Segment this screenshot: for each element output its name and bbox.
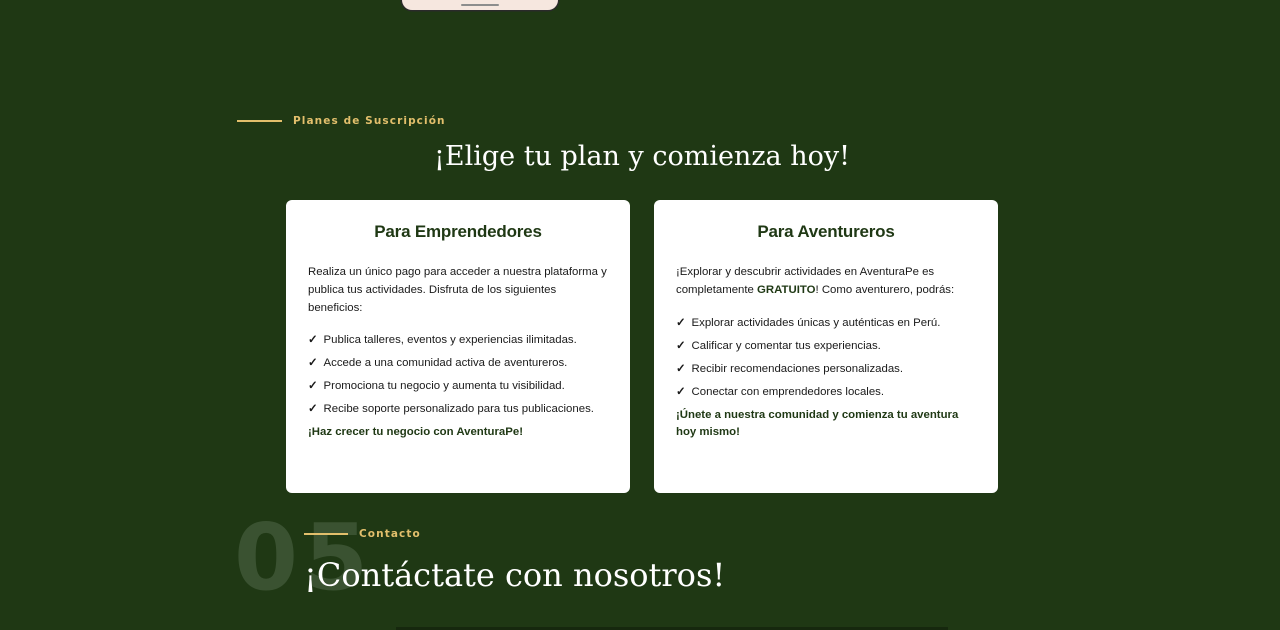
plan-card-title: Para Emprendedores <box>374 222 542 241</box>
benefit-text: Calificar y comentar tus experiencias. <box>691 340 881 352</box>
plan-card-entrepreneurs: Para Emprendedores Realiza un único pago… <box>286 200 630 493</box>
benefit-item: ✓ Explorar actividades únicas y auténtica… <box>676 315 976 332</box>
benefit-item: ✓ Recibe soporte personalizado para tus p… <box>308 401 608 418</box>
check-icon: ✓ <box>308 334 318 346</box>
plan-card-intro: Realiza un único pago para acceder a nue… <box>308 266 607 314</box>
benefit-item: ✓ Calificar y comentar tus experiencias. <box>676 338 976 355</box>
check-icon: ✓ <box>676 317 686 329</box>
benefit-item: ✓ Recibir recomendaciones personalizadas. <box>676 361 976 378</box>
eyebrow-line <box>237 120 282 122</box>
plan-card-adventurers: Para Aventureros ¡Explorar y descubrir a… <box>654 200 998 493</box>
phone-home-indicator <box>461 4 499 6</box>
plan-card-intro: ¡Explorar y descubrir actividades en Ave… <box>676 263 976 299</box>
benefit-text: Conectar con emprendedores locales. <box>691 386 885 398</box>
benefit-text: Accede a una comunidad activa de aventur… <box>323 357 568 369</box>
eyebrow-line <box>304 533 348 535</box>
intro-text-end: ! Como aventurero, podrás: <box>815 284 955 296</box>
check-icon: ✓ <box>676 363 686 375</box>
benefit-text: Publica talleres, eventos y experiencias… <box>323 334 577 346</box>
check-icon: ✓ <box>308 380 318 392</box>
check-icon: ✓ <box>676 340 686 352</box>
benefit-item: ✓ Publica talleres, eventos y experiencia… <box>308 332 608 349</box>
benefit-item: ✓ Accede a una comunidad activa de aventu… <box>308 355 608 372</box>
contact-title: ¡Contáctate con nosotros! <box>304 556 726 594</box>
plans-eyebrow: Planes de Suscripción <box>237 115 446 127</box>
check-icon: ✓ <box>308 403 318 415</box>
plan-card-cta: ¡Únete a nuestra comunidad y comienza tu… <box>676 409 959 438</box>
free-highlight: GRATUITO <box>757 284 816 296</box>
benefit-text: Recibe soporte personalizado para tus pu… <box>323 403 594 415</box>
check-icon: ✓ <box>308 357 318 369</box>
benefit-text: Explorar actividades únicas y auténticas… <box>691 317 941 329</box>
plan-card-title: Para Aventureros <box>757 222 895 241</box>
benefit-text: Recibir recomendaciones personalizadas. <box>691 363 904 375</box>
check-icon: ✓ <box>676 386 686 398</box>
benefit-list: ✓ Explorar actividades únicas y auténtica… <box>676 315 976 401</box>
contact-eyebrow-text: Contacto <box>359 528 421 540</box>
benefit-list: ✓ Publica talleres, eventos y experiencia… <box>308 332 608 418</box>
plans-title: ¡Elige tu plan y comienza hoy! <box>434 141 850 172</box>
benefit-item: ✓ Promociona tu negocio y aumenta tu visi… <box>308 378 608 395</box>
contact-eyebrow: Contacto <box>304 528 421 540</box>
benefit-item: ✓ Conectar con emprendedores locales. <box>676 384 976 401</box>
benefit-text: Promociona tu negocio y aumenta tu visib… <box>323 380 565 392</box>
plans-eyebrow-text: Planes de Suscripción <box>293 115 446 127</box>
plan-card-cta: ¡Haz crecer tu negocio con AventuraPe! <box>308 426 523 438</box>
phone-mockup-bottom <box>402 0 558 10</box>
